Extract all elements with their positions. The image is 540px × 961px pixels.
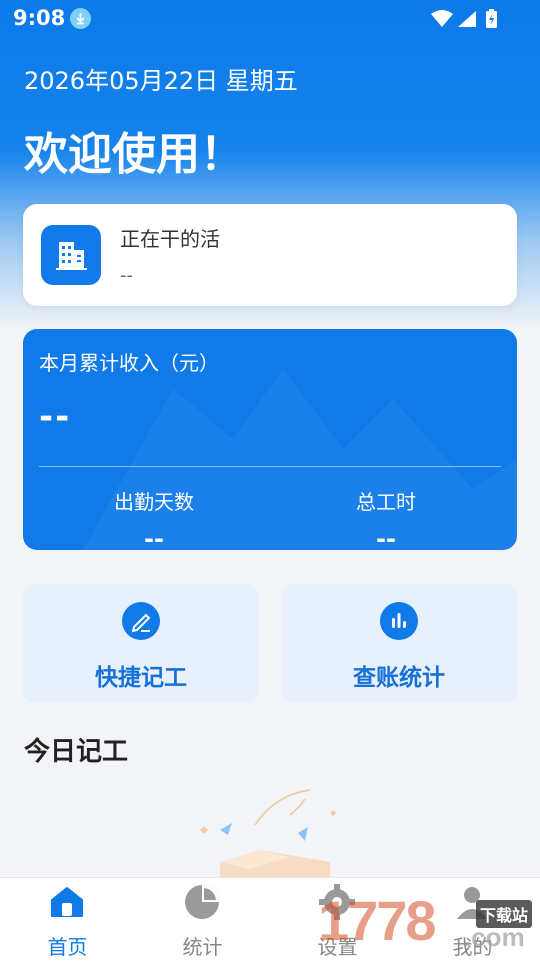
account-stats-button[interactable]: 查账统计 <box>281 584 517 703</box>
total-hours-value: -- <box>376 525 396 550</box>
tab-statistics[interactable]: 统计 <box>135 878 270 961</box>
pie-chart-icon <box>183 883 221 921</box>
site-watermark: 1778 .com 下载站 <box>318 888 540 960</box>
watermark-tag: 下载站 <box>476 900 533 928</box>
current-date: 2026年05月22日 星期五 <box>24 67 298 95</box>
income-title: 本月累计收入（元） <box>39 351 219 375</box>
watermark-number: 1778 <box>318 889 437 952</box>
download-icon <box>70 8 91 29</box>
status-icons <box>430 8 500 34</box>
income-value: -- <box>39 397 72 437</box>
status-bar: 9:08 <box>0 0 540 38</box>
tab-statistics-label: 统计 <box>182 935 223 959</box>
empty-box-illustration <box>180 785 360 880</box>
status-time: 9:08 <box>13 6 66 30</box>
attendance-days-value: -- <box>144 525 164 550</box>
attendance-days-label: 出勤天数 <box>114 490 194 514</box>
home-icon <box>48 883 86 921</box>
today-record-title: 今日记工 <box>24 737 129 767</box>
wifi-icon <box>431 10 453 27</box>
pen-icon <box>122 602 160 640</box>
welcome-title: 欢迎使用！ <box>24 129 244 180</box>
monthly-income-card: 本月累计收入（元） -- 出勤天数 -- 总工时 -- <box>23 329 517 550</box>
quick-record-button[interactable]: 快捷记工 <box>23 584 259 703</box>
account-stats-label: 查账统计 <box>353 665 445 691</box>
battery-icon <box>486 9 497 28</box>
total-hours-label: 总工时 <box>356 490 416 514</box>
quick-record-label: 快捷记工 <box>95 665 187 691</box>
tab-home[interactable]: 首页 <box>0 878 135 961</box>
job-card-title: 正在干的活 <box>120 227 220 251</box>
divider <box>39 466 501 467</box>
tab-home-label: 首页 <box>47 935 88 959</box>
signal-icon <box>458 11 476 27</box>
job-card-value: -- <box>120 265 133 286</box>
current-job-card[interactable]: 正在干的活 -- <box>23 204 517 306</box>
building-icon <box>41 225 101 285</box>
bar-chart-icon <box>380 602 418 640</box>
